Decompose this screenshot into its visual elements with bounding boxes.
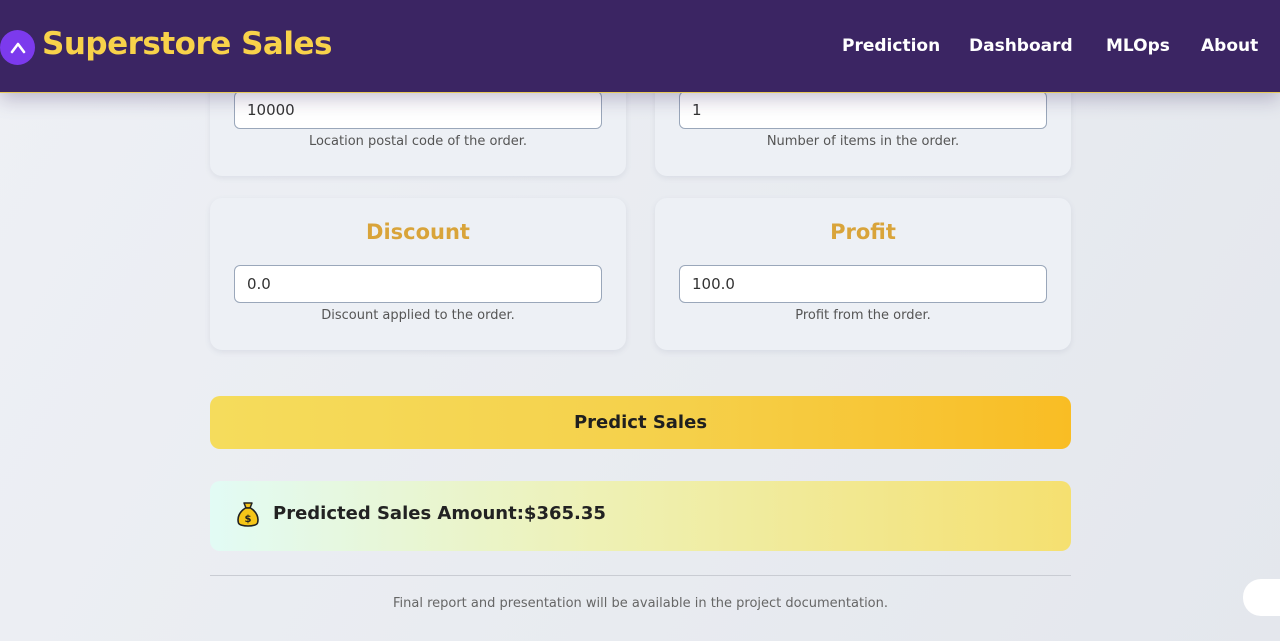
money-bag-icon: $ [237,502,259,527]
quantity-input[interactable] [679,91,1047,129]
predicted-sales-text: Predicted Sales Amount:$365.35 [273,503,606,524]
footer-divider [210,575,1071,576]
quantity-help: Number of items in the order. [766,134,960,149]
profit-input[interactable] [679,265,1047,303]
discount-card: Discount Discount applied to the order. [210,198,626,350]
profit-title: Profit [830,220,896,244]
svg-text:$: $ [245,514,252,525]
nav-about[interactable]: About [1201,36,1258,56]
discount-title: Discount [366,220,470,244]
floating-toggle[interactable] [1243,579,1280,616]
footer-note: Final report and presentation will be av… [392,596,889,611]
profit-help: Profit from the order. [795,308,931,323]
nav-dashboard[interactable]: Dashboard [969,36,1073,56]
discount-input[interactable] [234,265,602,303]
discount-help: Discount applied to the order. [321,308,515,323]
prediction-result: $ Predicted Sales Amount:$365.35 [210,481,1071,551]
nav-prediction[interactable]: Prediction [842,36,940,56]
predict-sales-button[interactable]: Predict Sales [210,396,1071,449]
chevron-up-icon[interactable] [0,30,35,65]
postal-code-help: Location postal code of the order. [308,134,528,149]
navbar: Superstore Sales Prediction Dashboard ML… [0,0,1280,93]
postal-code-input[interactable] [234,91,602,129]
nav-mlops[interactable]: MLOps [1106,36,1170,56]
profit-card: Profit Profit from the order. [655,198,1071,350]
brand-title[interactable]: Superstore Sales [42,26,332,62]
